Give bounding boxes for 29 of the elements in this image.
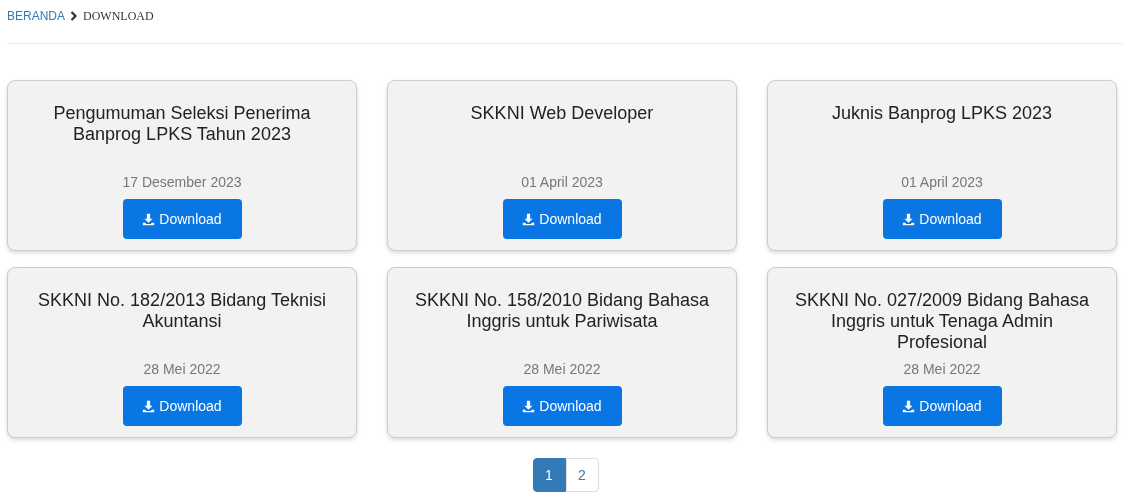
- download-button[interactable]: Download: [502, 199, 622, 239]
- download-icon: [522, 212, 536, 226]
- page-button[interactable]: 2: [565, 458, 599, 492]
- download-button[interactable]: Download: [122, 199, 242, 239]
- card-title: Pengumuman Seleksi Penerima Banprog LPKS Tahun 2023: [52, 103, 312, 146]
- breadcrumb-current: DOWNLOAD: [83, 8, 154, 25]
- download-button[interactable]: Download: [882, 386, 1002, 426]
- card-title: SKKNI No. 027/2009 Bidang Bahasa Inggris untuk Tenaga Admin Profesional: [793, 290, 1091, 354]
- card-title: Juknis Banprog LPKS 2023: [831, 103, 1053, 125]
- download-icon: [522, 399, 536, 413]
- download-icon: [902, 399, 916, 413]
- breadcrumb-link[interactable]: BERANDA: [7, 7, 65, 25]
- card-date: 28 Mei 2022: [143, 360, 221, 379]
- card-date: 17 Desember 2023: [122, 173, 242, 192]
- chevron-icon: [70, 11, 78, 21]
- download-icon: [142, 212, 156, 226]
- page-button[interactable]: 1: [532, 458, 566, 492]
- download-button[interactable]: Download: [122, 386, 242, 426]
- card-title: SKKNI Web Developer: [470, 103, 654, 125]
- download-button[interactable]: Download: [502, 386, 622, 426]
- download-button[interactable]: Download: [882, 199, 1002, 239]
- card-date: 01 April 2023: [521, 173, 603, 192]
- card-date: 28 Mei 2022: [523, 360, 601, 379]
- download-icon: [142, 399, 156, 413]
- download-icon: [902, 212, 916, 226]
- card-title: SKKNI No. 158/2010 Bidang Bahasa Inggris untuk Pariwisata: [413, 290, 711, 333]
- card-date: 01 April 2023: [901, 173, 983, 192]
- card-title: SKKNI No. 182/2013 Bidang Teknisi Akuntansi: [37, 290, 327, 333]
- card-date: 28 Mei 2022: [903, 360, 981, 379]
